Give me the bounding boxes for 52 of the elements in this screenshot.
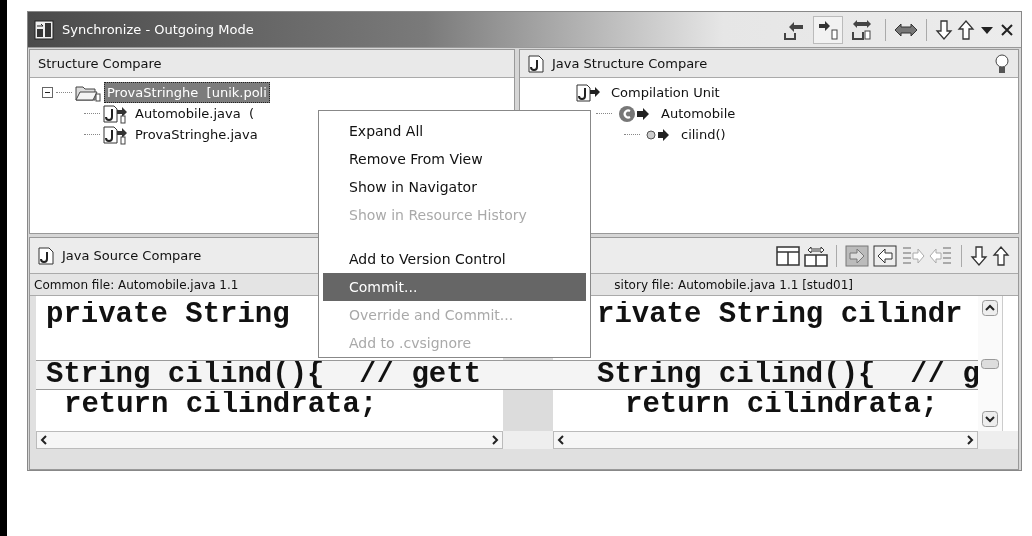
window-title: Synchronize - Outgoing Mode bbox=[62, 20, 254, 39]
class-icon bbox=[618, 103, 652, 124]
code-line: private String bbox=[46, 301, 290, 329]
swap-icon[interactable] bbox=[804, 244, 828, 267]
scroll-up-icon[interactable] bbox=[982, 300, 999, 316]
menu-item[interactable]: Add to Version Control bbox=[323, 245, 586, 273]
tree-item[interactable]: Automobile.java ( bbox=[132, 102, 257, 125]
method-icon bbox=[646, 126, 672, 143]
java-file-icon bbox=[528, 54, 544, 73]
arrow-down-icon[interactable] bbox=[935, 18, 953, 41]
panel-title: Java Source Compare bbox=[62, 246, 202, 265]
menu-item[interactable]: Expand All bbox=[323, 117, 586, 145]
arrow-up-icon[interactable] bbox=[957, 18, 975, 41]
tree-item[interactable]: cilind() bbox=[678, 123, 729, 146]
collapse-icon[interactable] bbox=[42, 87, 53, 98]
java-file-arrow-icon bbox=[576, 82, 602, 103]
panel-title: Java Structure Compare bbox=[552, 54, 708, 73]
scroll-down-icon[interactable] bbox=[982, 411, 999, 427]
scroll-thumb-icon[interactable] bbox=[981, 358, 1000, 369]
horizontal-scrollbar[interactable] bbox=[553, 431, 978, 449]
code-line: String cilind(){ // g bbox=[597, 361, 978, 389]
tree-item[interactable]: ProvaStringhe.java bbox=[132, 123, 261, 146]
folder-icon bbox=[75, 83, 101, 102]
menu-item[interactable]: Show in Navigator bbox=[323, 173, 586, 201]
tree-item[interactable]: Compilation Unit bbox=[608, 81, 723, 104]
java-file-icon bbox=[38, 246, 54, 265]
mode-button[interactable] bbox=[813, 15, 843, 44]
tree-item[interactable]: ProvaStringhe [unik.poli bbox=[104, 81, 270, 104]
mode-icon bbox=[851, 18, 873, 41]
sync-icon bbox=[34, 19, 54, 40]
close-icon[interactable] bbox=[999, 21, 1015, 38]
code-line: return cilindrata; bbox=[625, 391, 939, 419]
vertical-scrollbar[interactable] bbox=[978, 296, 1003, 431]
mode-icon bbox=[817, 18, 839, 41]
layout-icon[interactable] bbox=[776, 244, 800, 267]
panel-title: Structure Compare bbox=[38, 54, 162, 73]
arrow-up-icon[interactable] bbox=[992, 244, 1010, 267]
code-line: return cilindrata; bbox=[64, 391, 378, 419]
java-file-icon bbox=[103, 103, 129, 124]
copy-left-icon[interactable] bbox=[873, 244, 897, 267]
tree-item[interactable]: Automobile bbox=[658, 102, 739, 125]
java-file-icon bbox=[103, 124, 129, 145]
code-line: rivate String cilindr bbox=[597, 301, 963, 329]
code-line: String cilind(){ // gett bbox=[46, 361, 482, 389]
lightbulb-icon[interactable] bbox=[994, 52, 1010, 75]
file-label: Common file: Automobile.java 1.1 bbox=[33, 277, 240, 294]
file-label: sitory file: Automobile.java 1.1 [stud01] bbox=[614, 277, 853, 294]
copy-right-icon[interactable] bbox=[845, 244, 869, 267]
menu-item[interactable]: Commit... bbox=[323, 273, 586, 301]
horizontal-scrollbar[interactable] bbox=[36, 431, 503, 449]
menu-item[interactable]: Remove From View bbox=[323, 145, 586, 173]
arrow-down-icon[interactable] bbox=[970, 244, 988, 267]
